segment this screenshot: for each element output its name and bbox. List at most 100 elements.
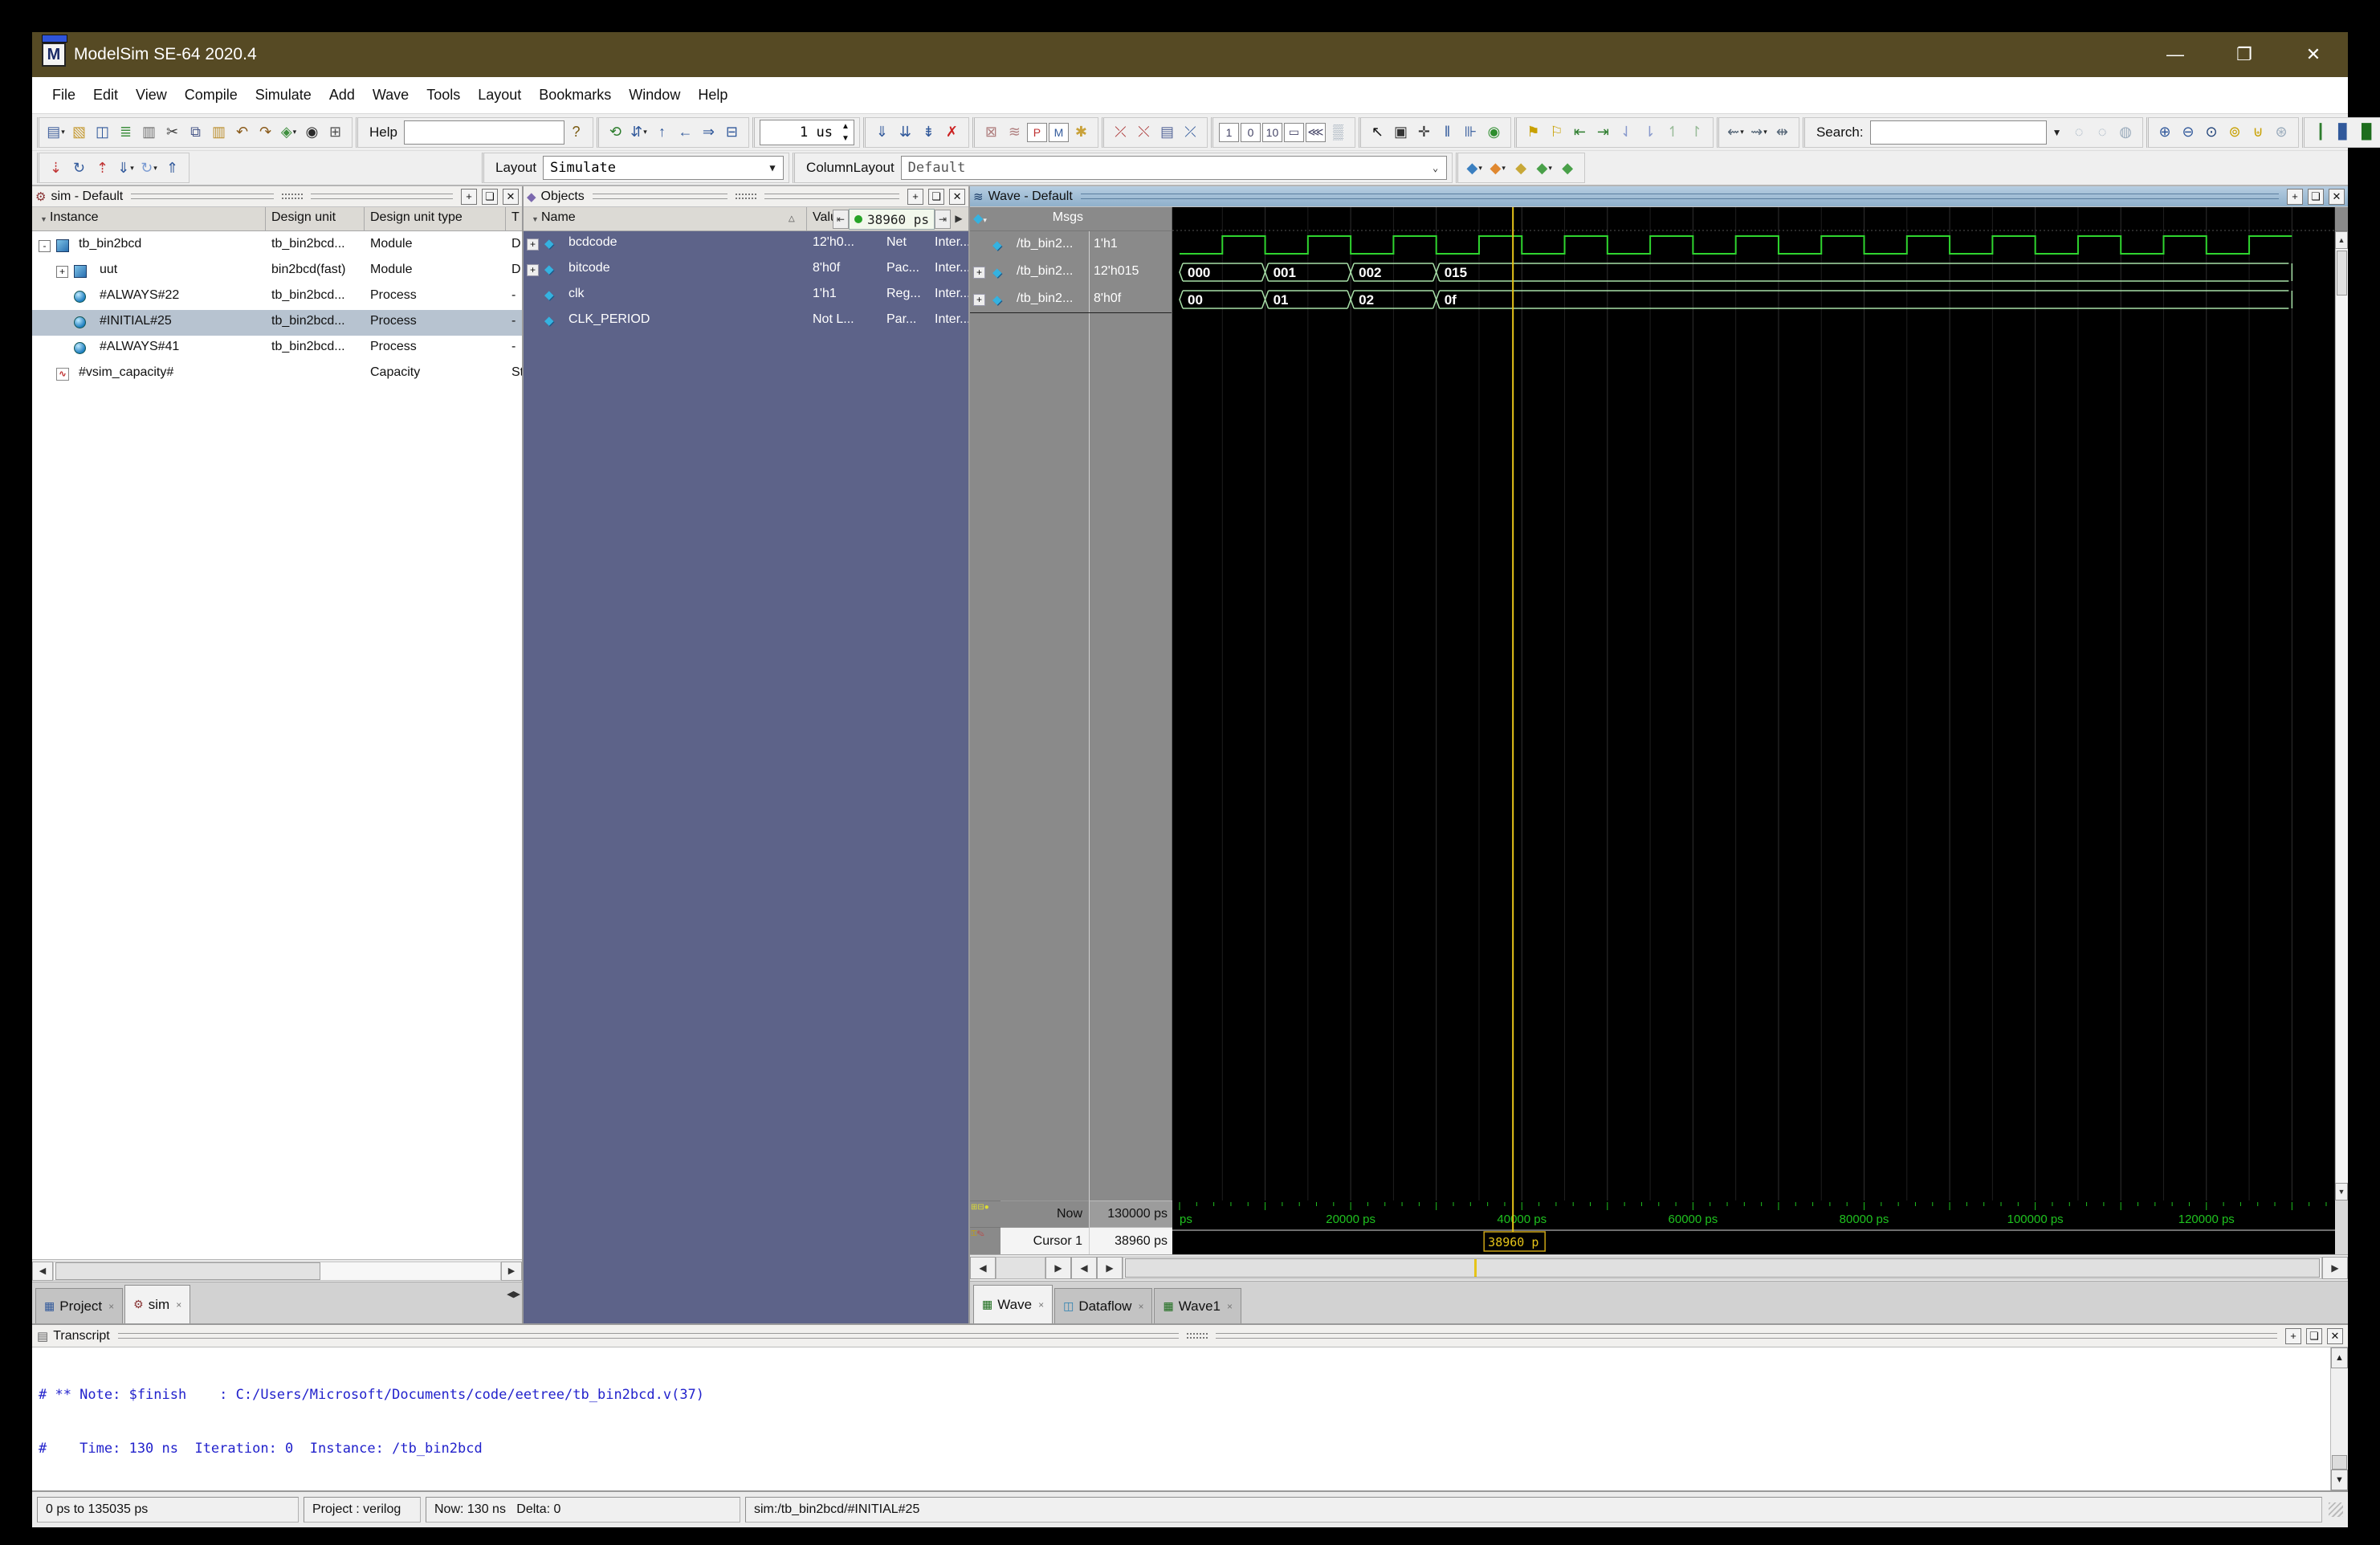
- object-row-bitcode[interactable]: + ◆ bitcode 8'h0f Pac... Inter...: [524, 257, 968, 283]
- recompile-icon[interactable]: ◈ ▾: [278, 121, 300, 144]
- wave-stop-icon[interactable]: ≋: [1004, 121, 1025, 144]
- search-dropdown-icon[interactable]: ▼: [2047, 121, 2068, 144]
- undo-icon[interactable]: ↶: [231, 121, 253, 144]
- run-icon[interactable]: ⇓: [871, 121, 893, 144]
- profile-icon[interactable]: P: [1026, 122, 1047, 142]
- force-clock-icon[interactable]: ⋘: [1305, 122, 1326, 142]
- wave-close-button[interactable]: ✕: [2329, 188, 2345, 205]
- wave-expand-button[interactable]: +: [2287, 188, 2303, 205]
- tree-row-tb-bin2bcd[interactable]: - tb_bin2bcd tb_bin2bcd... Module D: [32, 233, 522, 259]
- pop-down-icon[interactable]: ⇣: [45, 157, 67, 179]
- minimize-button[interactable]: —: [2141, 32, 2210, 77]
- scroll-thumb[interactable]: [1125, 1258, 2320, 1278]
- tab-scroll-icons[interactable]: ◀▶: [507, 1289, 520, 1299]
- transcript-undock-button[interactable]: ❏: [2306, 1327, 2322, 1344]
- timeline-mode-icons[interactable]: ⊞⊟●: [970, 1201, 1000, 1227]
- forward-context-icon[interactable]: ⇒: [698, 121, 719, 144]
- refresh-icon[interactable]: ↻: [68, 157, 90, 179]
- find-icon[interactable]: ◉: [301, 121, 323, 144]
- expand-icon[interactable]: +: [56, 266, 68, 278]
- columnlayout-dropdown-icon[interactable]: ⌄: [1425, 157, 1446, 179]
- tab-dataflow[interactable]: ◫ Dataflow ×: [1054, 1288, 1153, 1323]
- scroll-down-icon[interactable]: ▼: [2331, 1470, 2348, 1490]
- transcript-close-button[interactable]: ✕: [2327, 1327, 2343, 1344]
- cursor-track[interactable]: 38960 p: [1172, 1227, 2335, 1254]
- waveform-canvas[interactable]: 000 001 002 015 00 01 02 0f: [1172, 207, 2335, 1201]
- save-icon[interactable]: ◫: [92, 121, 113, 144]
- col-extra[interactable]: T: [511, 210, 520, 225]
- x-prev-icon[interactable]: ⤫: [1110, 121, 1131, 144]
- push-down-icon[interactable]: ⇓ ▾: [115, 157, 137, 179]
- wave-row-clk[interactable]: ◆ /tb_bin2... 1'h1: [970, 231, 1172, 259]
- help-input[interactable]: [403, 120, 564, 145]
- maximize-button[interactable]: ❐: [2210, 32, 2279, 77]
- search-next-icon[interactable]: ◌: [2092, 121, 2113, 144]
- stop-hand-icon[interactable]: ✱: [1070, 121, 1092, 144]
- force-10-icon[interactable]: 10: [1261, 122, 1282, 142]
- layout-combobox[interactable]: Simulate ▼: [543, 156, 785, 180]
- kill-sim-icon[interactable]: ⊠: [980, 121, 1002, 144]
- force-1-icon[interactable]: 1: [1218, 122, 1239, 142]
- menu-wave[interactable]: Wave: [364, 82, 418, 108]
- layout-dropdown-icon[interactable]: ▼: [762, 157, 783, 179]
- menu-add[interactable]: Add: [320, 82, 364, 108]
- expand-all-time-icon[interactable]: ⇹: [1771, 121, 1793, 144]
- objects-column-header[interactable]: ▼ Name △ Value ⇤ 38960 ps ⇥ ▶: [524, 207, 968, 231]
- scroll-up-icon[interactable]: ▲: [2335, 231, 2348, 249]
- prev-transition-icon[interactable]: ⇤: [1569, 121, 1591, 144]
- help-search-icon[interactable]: ?: [565, 121, 587, 144]
- next-rise-icon[interactable]: ↾: [1685, 121, 1707, 144]
- tab-close-icon[interactable]: ×: [176, 1299, 181, 1311]
- transcript-scrollbar[interactable]: ▲ ▼: [2330, 1347, 2348, 1490]
- menu-simulate[interactable]: Simulate: [247, 82, 320, 108]
- pause-icon[interactable]: ‖: [1437, 121, 1458, 144]
- environment-icon[interactable]: ⇵ ▾: [628, 121, 650, 144]
- tab-close-icon[interactable]: ×: [1038, 1299, 1044, 1311]
- cut-icon[interactable]: ✂: [161, 121, 183, 144]
- move-mode-icon[interactable]: ✛: [1413, 121, 1435, 144]
- menu-layout[interactable]: Layout: [469, 82, 530, 108]
- noforce-icon[interactable]: ▒: [1327, 121, 1349, 144]
- expand-icon[interactable]: +: [527, 264, 539, 276]
- menu-view[interactable]: View: [127, 82, 176, 108]
- menu-compile[interactable]: Compile: [176, 82, 247, 108]
- search-input[interactable]: [1869, 120, 2047, 145]
- wave-panel-header[interactable]: ≋ Wave - Default + ❏ ✕: [970, 186, 2348, 207]
- delete-cursor-icon[interactable]: ⚐: [1546, 121, 1567, 144]
- columnlayout-combobox[interactable]: Default ⌄: [900, 156, 1447, 180]
- collapse-icon[interactable]: -: [39, 240, 51, 252]
- transcript-output[interactable]: # ** Note: $finish : C:/Users/Microsoft/…: [32, 1347, 2330, 1490]
- continue-run-icon[interactable]: ⇊: [895, 121, 916, 144]
- scroll-up-icon[interactable]: ▲: [2331, 1347, 2348, 1368]
- tab-sim[interactable]: ⚙ sim ×: [124, 1285, 191, 1323]
- col-design-unit-type[interactable]: Design unit type: [370, 210, 463, 225]
- scroll-thumb[interactable]: [2337, 251, 2347, 296]
- spin-up-icon[interactable]: ▲: [837, 120, 854, 132]
- cursor-label[interactable]: Cursor 1: [1000, 1227, 1089, 1254]
- menu-help[interactable]: Help: [689, 82, 736, 108]
- find-options-icon[interactable]: ⊞: [324, 121, 346, 144]
- next-transition-icon[interactable]: ⇥: [1592, 121, 1614, 144]
- menu-tools[interactable]: Tools: [418, 82, 469, 108]
- tree-row-initial25[interactable]: #INITIAL#25 tb_bin2bcd... Process -: [32, 310, 522, 336]
- copy-icon[interactable]: ⧉: [185, 121, 206, 144]
- cursor-value[interactable]: 38960 ps: [1089, 1227, 1172, 1254]
- wave-row-bcdcode[interactable]: + ◆ /tb_bin2... 12'h015: [970, 259, 1172, 286]
- transcript-expand-button[interactable]: +: [2285, 1327, 2301, 1344]
- wave-vertical-scrollbar[interactable]: ▲ ▼: [2335, 207, 2348, 1201]
- cursor-mode-icon[interactable]: ┃: [2310, 121, 2332, 144]
- wave-undock-button[interactable]: ❏: [2308, 188, 2324, 205]
- objects-close-button[interactable]: ✕: [949, 188, 966, 205]
- transcript-header[interactable]: ▤ Transcript + ❏ ✕: [32, 1323, 2348, 1347]
- coverage-merge-icon[interactable]: ◆ ▾: [1534, 157, 1555, 179]
- tab-wave[interactable]: ▦ Wave ×: [973, 1285, 1053, 1323]
- objects-expand-button[interactable]: +: [907, 188, 924, 205]
- menu-file[interactable]: File: [43, 82, 84, 108]
- time-collapse-right-icon[interactable]: ⇥: [935, 210, 951, 229]
- force-z-icon[interactable]: ▭: [1283, 122, 1304, 142]
- sim-expand-button[interactable]: +: [461, 188, 477, 205]
- msgs-column-header[interactable]: Msgs: [1053, 210, 1083, 225]
- scroll-right-icon[interactable]: ▶: [2322, 1257, 2348, 1279]
- tab-project[interactable]: ▦ Project ×: [35, 1288, 124, 1323]
- object-row-bcdcode[interactable]: + ◆ bcdcode 12'h0... Net Inter...: [524, 231, 968, 257]
